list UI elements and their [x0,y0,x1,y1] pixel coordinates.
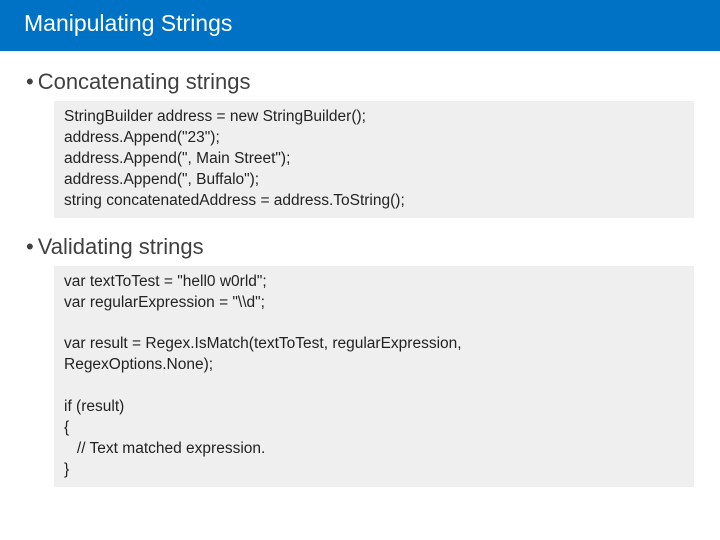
bullet-icon: • [26,71,34,93]
code-block-validating: var textToTest = "hell0 w0rld"; var regu… [54,266,694,487]
slide-header: Manipulating Strings [0,0,720,51]
code-block-concatenating: StringBuilder address = new StringBuilde… [54,101,694,218]
slide-content: • Concatenating strings StringBuilder ad… [0,51,720,487]
bullet-item: • Validating strings [26,234,694,260]
slide-title: Manipulating Strings [24,10,232,36]
bullet-item: • Concatenating strings [26,69,694,95]
section-heading: Concatenating strings [38,69,251,95]
bullet-icon: • [26,236,34,258]
section-heading: Validating strings [38,234,204,260]
